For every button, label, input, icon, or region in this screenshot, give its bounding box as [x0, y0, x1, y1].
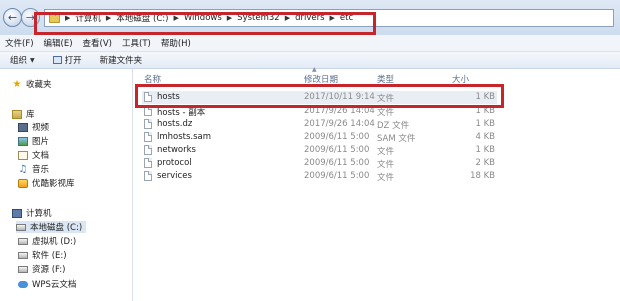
cloud-icon	[18, 280, 28, 288]
nav-documents[interactable]: 文档	[18, 149, 49, 161]
navigation-pane: ★ 收藏夹 库 视频 图片 文档 ♫ 音乐 优酷影视库 计算机 本地磁盘 (C:…	[0, 69, 133, 301]
file-name: lmhosts.sam	[157, 132, 212, 142]
file-type: DZ 文件	[377, 121, 410, 131]
dropdown-arrow-icon: ▼	[30, 56, 35, 64]
nav-drive-c-label: 本地磁盘 (C:)	[30, 223, 83, 233]
file-modified: 2009/6/11 5:00	[304, 132, 370, 142]
file-row-hosts-dz[interactable]: hosts.dz 2017/9/26 14:04 DZ 文件 1 KB	[142, 118, 497, 131]
nav-music-label: 音乐	[32, 165, 50, 175]
menu-tools[interactable]: 工具(T)	[122, 37, 151, 49]
file-type: SAM 文件	[377, 134, 416, 144]
file-row-networks[interactable]: networks 2009/6/11 5:00 文件 1 KB	[142, 144, 497, 157]
youku-library-icon	[18, 178, 28, 188]
nav-drive-f-label: 资源 (F:)	[32, 265, 66, 275]
file-size: 4 KB	[475, 132, 495, 142]
nav-videos-label: 视频	[32, 123, 50, 133]
video-icon	[18, 122, 28, 132]
file-type: 文件	[377, 160, 395, 170]
nav-drive-f[interactable]: 资源 (F:)	[18, 263, 65, 275]
file-icon	[144, 132, 152, 142]
nav-wps-cloud-label: WPS云文档	[32, 280, 77, 290]
nav-documents-label: 文档	[32, 151, 50, 161]
nav-libraries[interactable]: 库	[12, 108, 35, 120]
menu-edit[interactable]: 编辑(E)	[44, 37, 73, 49]
nav-libraries-label: 库	[26, 110, 35, 120]
nav-drive-d-label: 虚拟机 (D:)	[32, 237, 77, 247]
file-icon	[144, 119, 152, 129]
file-icon	[144, 145, 152, 155]
file-icon	[144, 171, 152, 181]
new-folder-button[interactable]: 新建文件夹	[100, 54, 143, 66]
file-type: 文件	[377, 173, 395, 183]
file-name: protocol	[157, 158, 192, 168]
file-type: 文件	[377, 147, 395, 157]
hosts-highlight-box	[135, 84, 504, 108]
file-name: services	[157, 171, 192, 181]
nav-drive-e-label: 软件 (E:)	[32, 251, 67, 261]
picture-icon	[18, 136, 28, 146]
menu-help[interactable]: 帮助(H)	[161, 37, 191, 49]
nav-videos[interactable]: 视频	[18, 121, 49, 133]
file-name: networks	[157, 145, 196, 155]
nav-wps-cloud[interactable]: WPS云文档	[18, 278, 76, 290]
back-arrow-icon: ←	[7, 11, 18, 24]
file-size: 1 KB	[475, 119, 495, 129]
file-modified: 2017/9/26 14:04	[304, 119, 375, 129]
nav-youku-label: 优酷影视库	[32, 179, 75, 189]
open-button[interactable]: 打开	[52, 54, 82, 66]
new-folder-label: 新建文件夹	[99, 56, 143, 66]
menu-view[interactable]: 查看(V)	[83, 37, 112, 49]
nav-drive-e[interactable]: 软件 (E:)	[18, 249, 67, 261]
nav-pictures-label: 图片	[32, 137, 50, 147]
library-icon	[12, 109, 22, 119]
organize-button[interactable]: 组织 ▼	[10, 54, 35, 66]
open-label: 打开	[64, 56, 82, 66]
music-note-icon: ♫	[18, 163, 28, 175]
sort-arrow-icon: ▲	[312, 66, 317, 73]
nav-youku[interactable]: 优酷影视库	[18, 177, 75, 189]
address-highlight-box	[34, 12, 376, 35]
file-icon	[144, 158, 152, 168]
file-modified: 2009/6/11 5:00	[304, 158, 370, 168]
file-size: 2 KB	[475, 158, 495, 168]
nav-music[interactable]: ♫ 音乐	[18, 163, 50, 175]
organize-label: 组织	[10, 56, 28, 66]
drive-icon	[16, 223, 26, 231]
nav-favorites[interactable]: ★ 收藏夹	[12, 78, 52, 90]
nav-drive-d[interactable]: 虚拟机 (D:)	[18, 235, 76, 247]
file-size: 18 KB	[470, 171, 495, 181]
drive-icon	[18, 237, 28, 245]
file-row-lmhosts[interactable]: lmhosts.sam 2009/6/11 5:00 SAM 文件 4 KB	[142, 131, 497, 144]
drive-icon	[18, 251, 28, 259]
open-icon	[52, 56, 62, 64]
file-modified: 2009/6/11 5:00	[304, 171, 370, 181]
file-row-services[interactable]: services 2009/6/11 5:00 文件 18 KB	[142, 170, 497, 183]
file-size: 1 KB	[475, 145, 495, 155]
menu-file[interactable]: 文件(F)	[5, 37, 34, 49]
nav-favorites-label: 收藏夹	[26, 80, 52, 90]
nav-drive-c[interactable]: 本地磁盘 (C:)	[16, 221, 86, 233]
computer-icon	[12, 208, 22, 218]
file-modified: 2009/6/11 5:00	[304, 145, 370, 155]
drive-icon	[18, 265, 28, 273]
file-row-protocol[interactable]: protocol 2009/6/11 5:00 文件 2 KB	[142, 157, 497, 170]
nav-pictures[interactable]: 图片	[18, 135, 49, 147]
menu-bar: 文件(F) 编辑(E) 查看(V) 工具(T) 帮助(H)	[0, 35, 620, 52]
star-icon: ★	[12, 78, 22, 90]
file-name: hosts.dz	[157, 119, 193, 129]
nav-computer[interactable]: 计算机	[12, 207, 52, 219]
document-icon	[18, 150, 28, 160]
command-bar: 组织 ▼ 打开 新建文件夹	[0, 52, 620, 69]
nav-computer-label: 计算机	[26, 209, 52, 219]
back-button[interactable]: ←	[3, 8, 22, 27]
